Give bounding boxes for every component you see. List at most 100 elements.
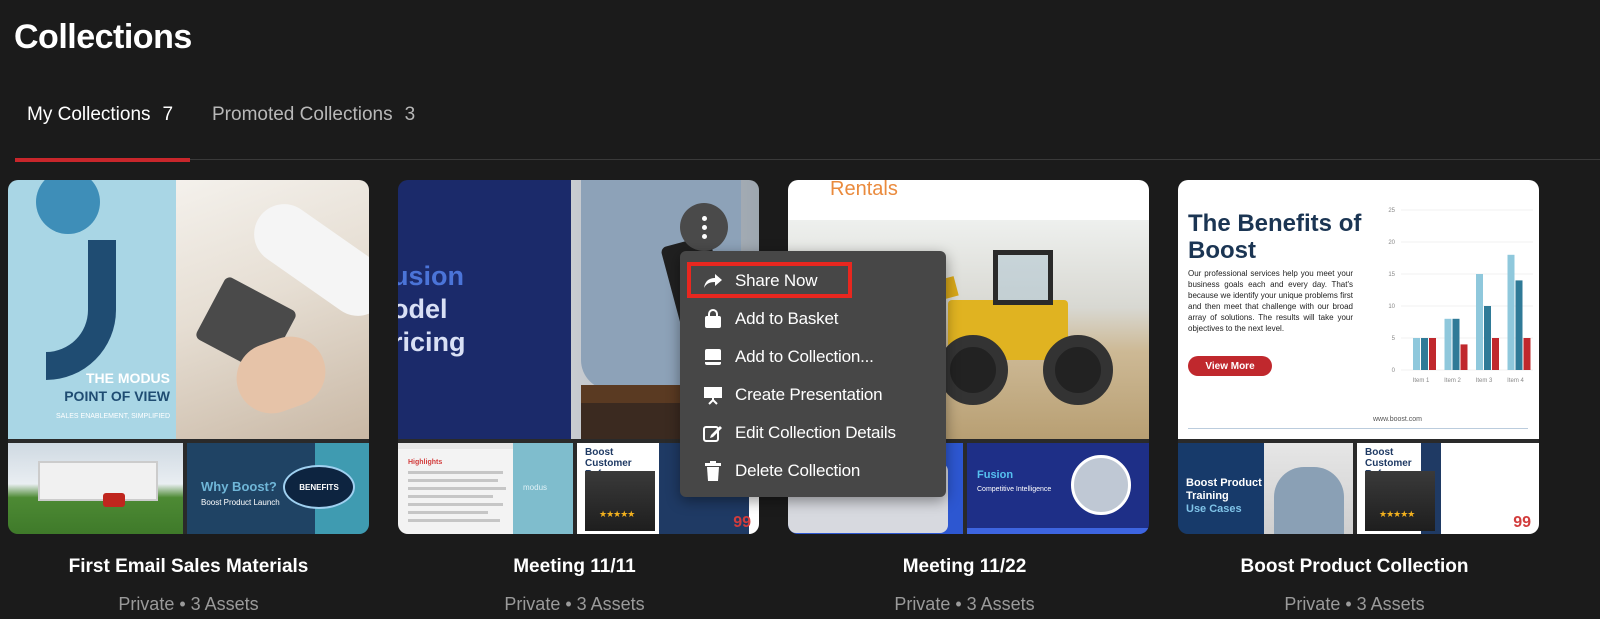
photo-shape — [1365, 471, 1435, 531]
chart-bar — [1523, 338, 1531, 370]
quote-mark: 99 — [1513, 514, 1531, 531]
dot — [701, 215, 707, 221]
photo-shape — [585, 471, 655, 531]
menu-item-label: Create Presentation — [735, 385, 883, 404]
card-caption: Meeting 11/11 Private • 3 Assets — [394, 556, 755, 615]
photo-shape — [103, 493, 125, 507]
photo-shape — [993, 250, 1053, 305]
doc-image: modus — [513, 443, 573, 534]
card-thumbnail-main: The Benefits of Boost Our professional s… — [1178, 180, 1539, 439]
thumb-text: The Benefits of Boost — [1188, 210, 1362, 264]
chart-ytick-label: 5 — [1392, 336, 1396, 342]
chart-bar — [1476, 274, 1483, 370]
chart-bar — [1507, 254, 1515, 370]
menu-item-label: Share Now — [735, 271, 818, 290]
collection-card-boost-product[interactable]: The Benefits of Boost Our professional s… — [1178, 180, 1539, 534]
menu-item-share-now[interactable]: Share Now — [680, 262, 946, 300]
tab-count: 3 — [404, 104, 416, 125]
card-thumbnail-sub: Why Boost? Boost Product Launch BENEFITS — [187, 443, 369, 534]
thumb-text: THE MODUS — [86, 370, 170, 386]
more-options-button[interactable] — [680, 203, 728, 251]
thumb-text: Boost Product Training — [1186, 477, 1262, 502]
edit-icon — [702, 422, 724, 444]
collection-card-first-email[interactable]: THE MODUS POINT OF VIEW SALES ENABLEMENT… — [8, 180, 369, 534]
share-arrow-icon — [702, 270, 724, 292]
card-thumbnail-sub: Highlights modus — [398, 443, 573, 534]
chart-ytick-label: 0 — [1392, 368, 1396, 374]
thumb-text: Highlights — [408, 459, 443, 466]
basket-icon — [702, 308, 724, 330]
collection-name[interactable]: First Email Sales Materials — [8, 556, 369, 578]
context-menu: Share Now Add to Basket Add to Collectio… — [680, 251, 946, 497]
collection-name[interactable]: Meeting 11/22 — [784, 556, 1145, 578]
trash-icon — [702, 460, 724, 482]
collection-name[interactable]: Boost Product Collection — [1174, 556, 1535, 578]
chart-ytick-label: 15 — [1388, 272, 1395, 278]
chart-bar — [1492, 338, 1499, 370]
card-caption: Meeting 11/22 Private • 3 Assets — [784, 556, 1145, 615]
collection-meta: Private • 3 Assets — [894, 594, 1035, 614]
tab-count: 7 — [162, 104, 174, 125]
menu-item-add-to-collection[interactable]: Add to Collection... — [680, 338, 946, 376]
thumb-text: Our professional services help you meet … — [1188, 269, 1353, 333]
rating-stars: ★★★★★ — [1379, 509, 1415, 519]
photo-shape — [38, 461, 158, 501]
chart-ytick-label: 25 — [1388, 208, 1395, 214]
thumb-text: odel — [398, 294, 448, 324]
doc-line — [408, 511, 488, 514]
doc-line — [408, 503, 503, 506]
thumb-panel: THE MODUS POINT OF VIEW SALES ENABLEMENT… — [8, 180, 176, 439]
collection-tabs: My Collections 7 Promoted Collections 3 — [15, 92, 1600, 162]
doc-line — [408, 487, 506, 490]
menu-item-label: Delete Collection — [735, 461, 861, 480]
thumb-text: POINT OF VIEW — [64, 388, 170, 404]
thumb-text: Competitive Intelligence — [977, 486, 1052, 493]
tab-promoted-collections[interactable]: Promoted Collections 3 — [212, 104, 415, 160]
collection-name[interactable]: Meeting 11/11 — [394, 556, 755, 578]
chart-bar — [1421, 338, 1428, 370]
menu-item-label: Add to Collection... — [735, 347, 874, 366]
chart-bar — [1460, 344, 1468, 370]
decor-arc — [46, 240, 116, 380]
active-tab-indicator — [15, 158, 190, 162]
collection-icon — [702, 346, 724, 368]
card-thumbnail-sub: Boost Product Training Use Cases — [1178, 443, 1353, 534]
collection-meta: Private • 3 Assets — [118, 594, 259, 614]
thumb-photo — [176, 180, 369, 439]
divider — [1188, 428, 1528, 429]
thumb-button: View More — [1188, 356, 1272, 376]
photo-shape — [938, 335, 1008, 405]
chart-bar — [1515, 280, 1523, 370]
thumb-text: Fusion — [977, 469, 1014, 481]
card-thumbnail-sub: Fusion Competitive Intelligence — [967, 443, 1149, 534]
card-caption: Boost Product Collection Private • 3 Ass… — [1174, 556, 1535, 615]
menu-item-edit-collection-details[interactable]: Edit Collection Details — [680, 414, 946, 452]
page-title: Collections — [14, 18, 192, 56]
photo-shape — [1274, 467, 1344, 534]
thumb-badge: BENEFITS — [283, 465, 355, 509]
card-caption: First Email Sales Materials Private • 3 … — [8, 556, 369, 615]
thumb-text: Use Cases — [1186, 503, 1242, 515]
chart-xtick-label: Item 2 — [1444, 378, 1461, 384]
collection-meta: Private • 3 Assets — [504, 594, 645, 614]
dot — [701, 224, 707, 230]
menu-item-add-to-basket[interactable]: Add to Basket — [680, 300, 946, 338]
thumb-text: Rentals — [830, 180, 898, 200]
dot — [701, 233, 707, 239]
chart-xtick-label: Item 3 — [1476, 378, 1493, 384]
menu-item-label: Edit Collection Details — [735, 423, 896, 442]
tab-my-collections[interactable]: My Collections 7 — [15, 104, 190, 162]
thumb-panel: usion odel ricing — [398, 180, 571, 439]
bar-chart: 0 5 10 15 20 25 Item 1 Item 2 Item 3 Item 4 — [1388, 208, 1533, 384]
menu-item-delete-collection[interactable]: Delete Collection — [680, 452, 946, 490]
chart-bar — [1429, 338, 1436, 370]
thumb-text: modus — [523, 483, 548, 492]
chart-bar — [1484, 306, 1491, 370]
thumb-text: www.boost.com — [1373, 416, 1423, 423]
collection-meta: Private • 3 Assets — [1284, 594, 1425, 614]
menu-item-create-presentation[interactable]: Create Presentation — [680, 376, 946, 414]
chart-bar — [1413, 338, 1420, 370]
doc-line — [408, 519, 500, 522]
rating-stars: ★★★★★ — [599, 509, 635, 519]
chart-ytick-label: 20 — [1388, 240, 1395, 246]
